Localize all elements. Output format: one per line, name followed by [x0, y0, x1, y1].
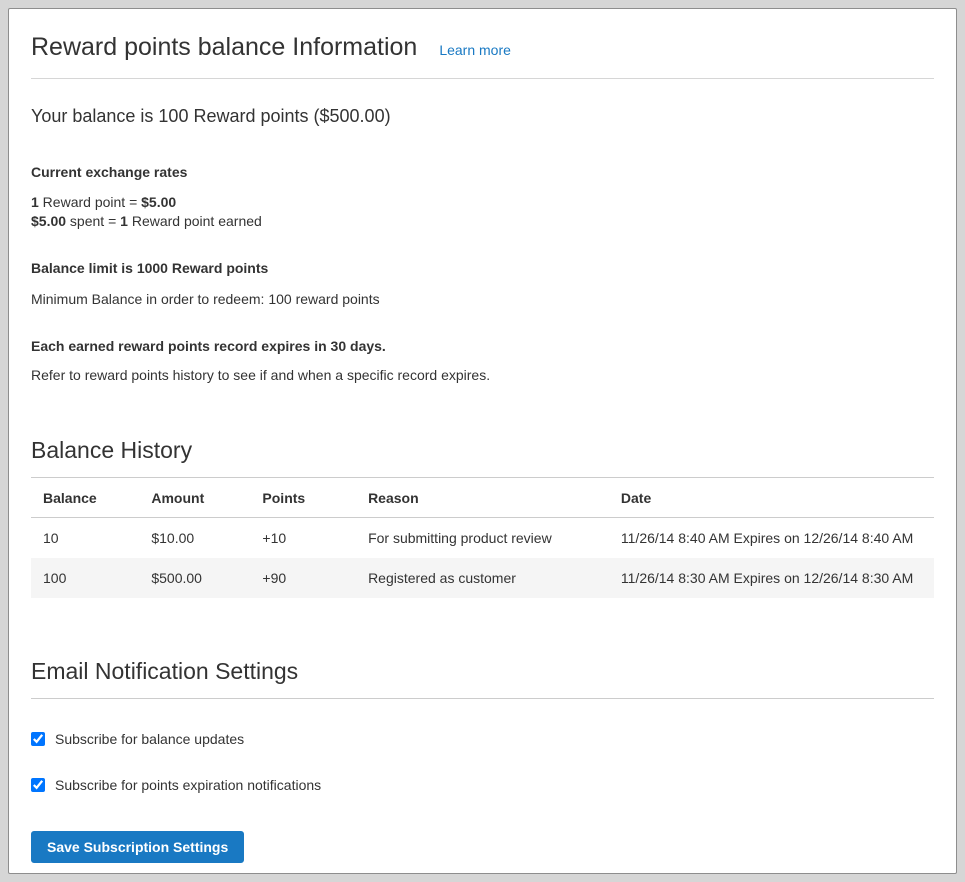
table-header-row: Balance Amount Points Reason Date — [31, 478, 934, 518]
expiration-notifications-label[interactable]: Subscribe for points expiration notifica… — [55, 777, 321, 793]
page-header: Reward points balance Information Learn … — [31, 33, 934, 79]
earn-rate-mid: Reward point = — [39, 194, 141, 210]
earn-rate-points: 1 — [31, 194, 39, 210]
balance-summary: Your balance is 100 Reward points ($500.… — [31, 106, 934, 127]
exchange-rates-heading: Current exchange rates — [31, 163, 934, 182]
column-header-date: Date — [609, 478, 934, 518]
spend-rate-mid: spent = — [66, 213, 120, 229]
spend-rate-amount: $5.00 — [31, 213, 66, 229]
cell-reason: Registered as customer — [356, 558, 609, 598]
balance-updates-option: Subscribe for balance updates — [31, 731, 934, 747]
expiration-notifications-checkbox[interactable] — [31, 778, 45, 792]
expiry-text: Each earned reward points record expires… — [31, 337, 934, 356]
email-settings-heading: Email Notification Settings — [31, 658, 934, 699]
column-header-reason: Reason — [356, 478, 609, 518]
email-notification-section: Email Notification Settings Subscribe fo… — [31, 658, 934, 863]
earn-rate-amount: $5.00 — [141, 194, 176, 210]
spend-rate-points: 1 — [120, 213, 128, 229]
balance-updates-checkbox[interactable] — [31, 732, 45, 746]
cell-balance: 100 — [31, 558, 139, 598]
spend-rate-line: $5.00 spent = 1 Reward point earned — [31, 212, 934, 231]
cell-date: 11/26/14 8:40 AM Expires on 12/26/14 8:4… — [609, 518, 934, 559]
balance-updates-label[interactable]: Subscribe for balance updates — [55, 731, 244, 747]
cell-amount: $10.00 — [139, 518, 250, 559]
expiry-note-text: Refer to reward points history to see if… — [31, 366, 934, 385]
cell-reason: For submitting product review — [356, 518, 609, 559]
save-subscription-settings-button[interactable]: Save Subscription Settings — [31, 831, 244, 863]
learn-more-link[interactable]: Learn more — [439, 42, 511, 58]
table-row: 100 $500.00 +90 Registered as customer 1… — [31, 558, 934, 598]
page-background: Reward points balance Information Learn … — [0, 0, 965, 882]
cell-amount: $500.00 — [139, 558, 250, 598]
minimum-redeem-text: Minimum Balance in order to redeem: 100 … — [31, 290, 934, 309]
page-title: Reward points balance Information — [31, 33, 417, 62]
earn-rate-line: 1 Reward point = $5.00 — [31, 193, 934, 212]
column-header-amount: Amount — [139, 478, 250, 518]
balance-history-table: Balance Amount Points Reason Date 10 $10… — [31, 478, 934, 598]
spend-rate-tail: Reward point earned — [128, 213, 262, 229]
balance-history-heading: Balance History — [31, 437, 934, 478]
expiration-notifications-option: Subscribe for points expiration notifica… — [31, 777, 934, 793]
balance-limit-text: Balance limit is 1000 Reward points — [31, 259, 934, 278]
column-header-points: Points — [250, 478, 356, 518]
cell-points: +10 — [250, 518, 356, 559]
table-row: 10 $10.00 +10 For submitting product rev… — [31, 518, 934, 559]
cell-balance: 10 — [31, 518, 139, 559]
reward-points-panel: Reward points balance Information Learn … — [8, 8, 957, 874]
column-header-balance: Balance — [31, 478, 139, 518]
balance-history-section: Balance History Balance Amount Points Re… — [31, 437, 934, 598]
cell-date: 11/26/14 8:30 AM Expires on 12/26/14 8:3… — [609, 558, 934, 598]
cell-points: +90 — [250, 558, 356, 598]
